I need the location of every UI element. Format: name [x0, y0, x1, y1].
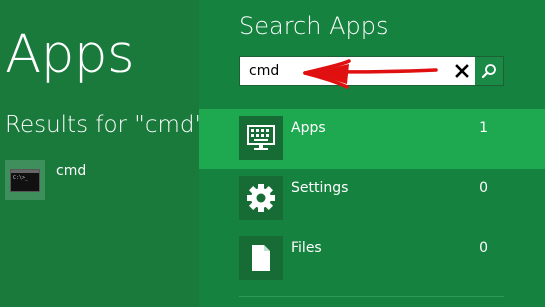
results-panel: Apps Results for "cmd" C:\>_ cmd [0, 0, 199, 307]
search-button[interactable] [475, 57, 503, 85]
page-title: Apps [5, 24, 135, 85]
results-heading: Results for "cmd" [5, 112, 199, 138]
category-label: Settings [291, 180, 349, 196]
category-label: Files [291, 240, 322, 256]
divider [239, 296, 504, 297]
search-pane-title: Search Apps [239, 12, 389, 40]
category-files[interactable]: Files 0 [199, 229, 545, 289]
document-icon [239, 236, 283, 280]
keyboard-monitor-icon [239, 116, 283, 160]
command-prompt-icon: C:\>_ [5, 160, 45, 200]
category-label: Apps [291, 120, 326, 136]
category-count: 1 [479, 120, 488, 136]
result-label: cmd [56, 163, 87, 179]
search-pane: Search Apps cmd Apps 1 Settings 0 Files … [199, 0, 545, 307]
gear-icon [239, 176, 283, 220]
magnifier-icon [481, 64, 496, 79]
clear-search-button[interactable] [448, 57, 476, 85]
search-box [239, 56, 504, 86]
search-input[interactable] [240, 57, 445, 85]
category-count: 0 [479, 180, 488, 196]
result-item-cmd[interactable]: C:\>_ cmd [5, 160, 125, 200]
category-settings[interactable]: Settings 0 [199, 169, 545, 229]
category-apps[interactable]: Apps 1 [199, 109, 545, 169]
close-icon [455, 64, 469, 78]
category-count: 0 [479, 240, 488, 256]
